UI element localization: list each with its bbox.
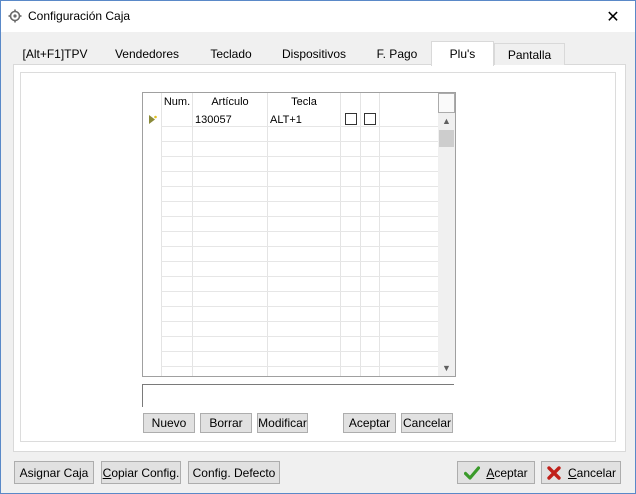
- asignar-caja-button[interactable]: Asignar Caja: [14, 461, 94, 484]
- row-checkbox-1[interactable]: [345, 113, 357, 125]
- close-icon: ✕: [606, 8, 620, 26]
- grid-vertical-scrollbar[interactable]: ▲ ▼: [438, 93, 455, 376]
- grid-row-line: [161, 231, 439, 232]
- scrollbar-thumb[interactable]: [439, 130, 454, 147]
- grid-column-divider: [379, 93, 380, 376]
- aceptar-label: ceptar: [494, 465, 528, 480]
- grid-row-line: [161, 246, 439, 247]
- plus-grid[interactable]: Num. Artículo Tecla 130057 ALT+1 ▲ ▼: [142, 92, 456, 377]
- grid-row-line: [161, 141, 439, 142]
- tab-vendedores[interactable]: Vendedores: [97, 43, 197, 65]
- cell-tecla[interactable]: ALT+1: [270, 114, 302, 126]
- column-header-tecla[interactable]: Tecla: [268, 96, 340, 108]
- grid-row-line: [161, 321, 439, 322]
- grid-row-line: [161, 126, 439, 127]
- cancelar-mnemonic: C: [567, 465, 577, 480]
- config-defecto-button[interactable]: Config. Defecto: [188, 461, 280, 484]
- grid-row-line: [161, 291, 439, 292]
- grid-row-line: [161, 276, 439, 277]
- grid-cancelar-button[interactable]: Cancelar: [401, 413, 453, 433]
- aceptar-button[interactable]: Aceptar: [457, 461, 535, 484]
- tab-dispositivos[interactable]: Dispositivos: [265, 43, 363, 65]
- grid-row-line: [161, 306, 439, 307]
- tab-tpv[interactable]: [Alt+F1]TPV: [13, 43, 97, 65]
- column-header-num[interactable]: Num.: [163, 96, 191, 108]
- grid-row-line: [161, 336, 439, 337]
- scroll-up-arrow-icon[interactable]: ▲: [438, 113, 455, 129]
- cancel-x-icon: [547, 465, 561, 480]
- close-button[interactable]: ✕: [591, 1, 635, 32]
- grid-row-line: [161, 351, 439, 352]
- cell-articulo[interactable]: 130057: [195, 114, 232, 126]
- column-header-articulo[interactable]: Artículo: [193, 96, 267, 108]
- cancelar-button[interactable]: Cancelar: [541, 461, 621, 484]
- aceptar-mnemonic: A: [486, 465, 495, 480]
- grid-row-line: [161, 366, 439, 367]
- tab-strip: [Alt+F1]TPV Vendedores Teclado Dispositi…: [13, 41, 625, 66]
- copiar-config-label: opiar Config.: [111, 465, 180, 480]
- modificar-button[interactable]: Modificar: [257, 413, 308, 433]
- grid-header: Num. Artículo Tecla: [143, 93, 439, 112]
- row-checkbox-2[interactable]: [364, 113, 376, 125]
- grid-row-line: [161, 201, 439, 202]
- window-title: Configuración Caja: [28, 9, 131, 23]
- grid-column-divider: [161, 93, 162, 376]
- tab-plus[interactable]: Plu's: [431, 41, 494, 66]
- checkmark-icon: [464, 465, 481, 480]
- grid-column-divider: [192, 93, 193, 376]
- new-row-star-icon: [149, 115, 157, 124]
- grid-column-divider: [267, 93, 268, 376]
- tab-teclado[interactable]: Teclado: [197, 43, 265, 65]
- grid-column-divider: [340, 93, 341, 376]
- cancelar-label: ancelar: [576, 465, 617, 480]
- grid-row-line: [161, 216, 439, 217]
- nuevo-button[interactable]: Nuevo: [143, 413, 195, 433]
- borrar-button[interactable]: Borrar: [200, 413, 252, 433]
- config-dialog: Configuración Caja ✕ [Alt+F1]TPV Vendedo…: [0, 0, 636, 494]
- grid-row-line: [161, 156, 439, 157]
- title-bar: Configuración Caja ✕: [1, 1, 635, 32]
- copiar-config-mnemonic: C: [102, 465, 112, 480]
- tab-f-pago[interactable]: F. Pago: [363, 43, 431, 65]
- plu-edit-field[interactable]: [142, 384, 454, 407]
- grid-aceptar-button[interactable]: Aceptar: [343, 413, 396, 433]
- grid-row-line: [161, 261, 439, 262]
- grid-row-line: [161, 186, 439, 187]
- settings-gear-icon: [8, 9, 22, 23]
- scroll-down-arrow-icon[interactable]: ▼: [438, 360, 455, 376]
- copiar-config-button[interactable]: Copiar Config.: [101, 461, 181, 484]
- grid-column-divider: [360, 93, 361, 376]
- tab-pantalla[interactable]: Pantalla: [494, 43, 565, 65]
- scrollbar-corner: [438, 93, 455, 113]
- grid-row-line: [161, 171, 439, 172]
